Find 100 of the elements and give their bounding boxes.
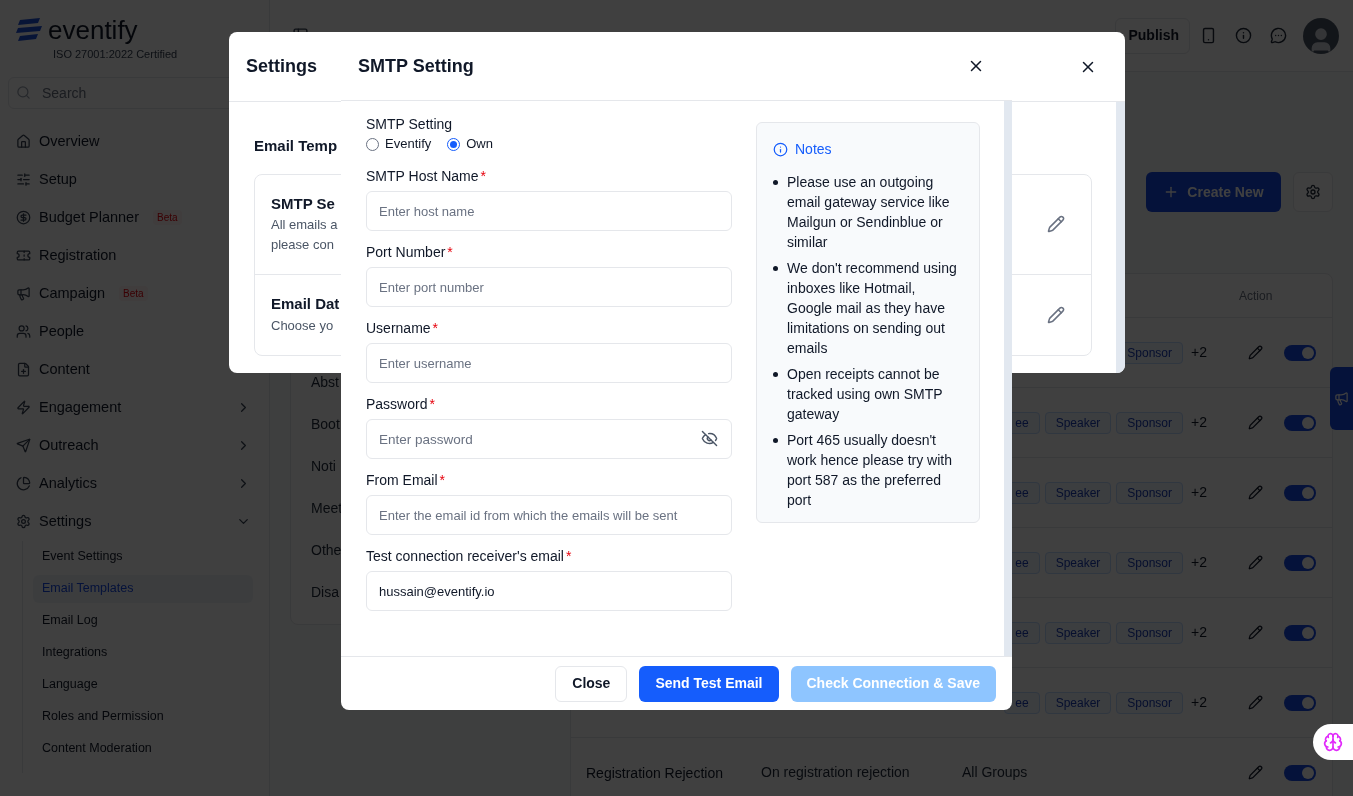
more-count: +2 [1191, 693, 1207, 712]
nav-item[interactable]: Engagement [16, 388, 253, 427]
required-mark: * [429, 394, 435, 414]
edit-icon[interactable] [1047, 215, 1065, 233]
bullet-icon [773, 266, 778, 271]
send-icon [16, 438, 31, 453]
card-description: please con [271, 236, 334, 255]
more-count: +2 [1191, 623, 1207, 642]
logo-text: eventify [48, 16, 138, 44]
bullet-icon [773, 372, 778, 377]
toggle-switch[interactable] [1284, 764, 1316, 781]
table-cell-text: All Groups [961, 763, 1029, 782]
edit-icon[interactable] [1248, 415, 1263, 430]
text-field[interactable]: Enter host name [366, 191, 732, 231]
more-count: +2 [1191, 483, 1207, 502]
notes-title: Notes [795, 140, 832, 159]
table-cell-text: On registration rejection [760, 763, 911, 782]
publish-button[interactable]: Publish [1115, 17, 1190, 54]
edit-icon[interactable] [1248, 555, 1263, 570]
text-field[interactable]: Enter username [366, 343, 732, 383]
toggle-switch[interactable] [1284, 624, 1316, 641]
note-text: We don't recommend using inboxes like Hotmail, Google mail as they have limitations on sending out emails [787, 259, 958, 358]
radio-label: Eventify [385, 135, 432, 154]
settings-button[interactable] [1293, 172, 1333, 212]
nav-item[interactable]: Setup [16, 160, 253, 199]
required-mark: * [432, 318, 439, 338]
settings-icon [1305, 184, 1321, 200]
text-field[interactable]: Enter port number [366, 267, 732, 307]
megaphone-icon [1334, 391, 1349, 406]
password-field[interactable]: Enter password [366, 419, 732, 459]
toggle-switch[interactable] [1284, 694, 1316, 711]
more-count: +2 [1191, 413, 1207, 432]
card-description: Choose yo [271, 316, 334, 335]
edit-icon[interactable] [1248, 345, 1263, 360]
sub-nav-item[interactable]: Event Settings [33, 542, 253, 571]
dollar-icon [16, 210, 31, 225]
text-field[interactable]: Enter the email id from which the emails will be sent [366, 495, 732, 535]
toggle-switch[interactable] [1284, 344, 1316, 361]
toggle-switch[interactable] [1284, 414, 1316, 431]
sub-nav-item[interactable]: Integrations [33, 638, 253, 667]
edit-icon[interactable] [1248, 765, 1263, 780]
sub-nav-item[interactable]: Language [33, 670, 253, 699]
nav-item[interactable]: Outreach [16, 426, 253, 465]
megaphone-icon [16, 286, 31, 301]
toggle-switch[interactable] [1284, 554, 1316, 571]
edit-icon[interactable] [1248, 695, 1263, 710]
assistant-button[interactable] [1313, 724, 1353, 760]
nav-item[interactable]: Overview [16, 122, 253, 161]
nav-item[interactable]: Settings [16, 502, 253, 541]
nav-item[interactable]: Campaign Beta [16, 274, 253, 313]
sub-nav-item[interactable]: Email Log [33, 606, 253, 635]
info-icon [773, 142, 788, 157]
radio-label: Own [466, 135, 493, 154]
side-tab[interactable] [1330, 367, 1353, 430]
required-mark: * [439, 470, 445, 490]
field-label: From Email [366, 470, 438, 490]
note-text: Please use an outgoing email gateway service like Mailgun or Sendinblue or similar [787, 173, 951, 252]
info-icon[interactable] [1235, 27, 1252, 44]
more-count: +2 [1191, 343, 1207, 362]
nav-item[interactable]: Budget Planner Beta [16, 198, 253, 237]
edit-icon[interactable] [1248, 625, 1263, 640]
card-title: Email Dat [271, 294, 340, 315]
phone-icon[interactable] [1200, 27, 1217, 44]
table-cell-text: Registration Rejection [585, 763, 724, 783]
field-label: Password [366, 394, 428, 414]
dialog-button[interactable]: Send Test Email [639, 665, 779, 702]
nav-item[interactable]: Content [16, 350, 253, 389]
scrollbar[interactable] [1004, 101, 1012, 656]
eye-off-icon[interactable] [701, 430, 718, 447]
field-label: Test connection receiver's email [366, 546, 564, 566]
dialog-title: SMTP Setting [358, 54, 474, 78]
sliders-icon [16, 172, 31, 187]
home-icon [16, 134, 31, 149]
field-label: SMTP Host Name [366, 166, 479, 186]
text-field[interactable]: hussain@eventify.io [366, 571, 732, 611]
note-text: Open receipts cannot be tracked using own SMTP gateway [787, 365, 944, 424]
sub-nav-item[interactable]: Content Moderation [33, 734, 253, 763]
dialog-button[interactable]: Close [555, 665, 628, 702]
file-plus-icon [16, 362, 31, 377]
sub-nav-item[interactable]: Roles and Permission [33, 702, 253, 731]
section-title: Email Temp [254, 136, 338, 156]
avatar[interactable] [1303, 17, 1339, 54]
field-label: SMTP Setting [366, 115, 454, 133]
card-description: All emails a [271, 216, 338, 235]
bullet-icon [773, 438, 778, 443]
nav-item[interactable]: People [16, 312, 253, 351]
field-label: Port Number [366, 242, 446, 262]
pie-chart-icon [16, 476, 31, 491]
required-mark: * [480, 166, 486, 186]
edit-icon[interactable] [1248, 485, 1263, 500]
scrollbar[interactable] [1116, 102, 1125, 373]
lightning-icon [16, 400, 31, 415]
field-label: Username [366, 318, 431, 338]
toggle-switch[interactable] [1284, 484, 1316, 501]
required-mark: * [566, 546, 572, 566]
edit-icon[interactable] [1047, 305, 1065, 324]
nav-item[interactable]: Registration [16, 236, 253, 275]
chat-icon[interactable] [1270, 27, 1287, 44]
nav-item[interactable]: Analytics [16, 464, 253, 503]
more-count: +2 [1191, 553, 1207, 572]
